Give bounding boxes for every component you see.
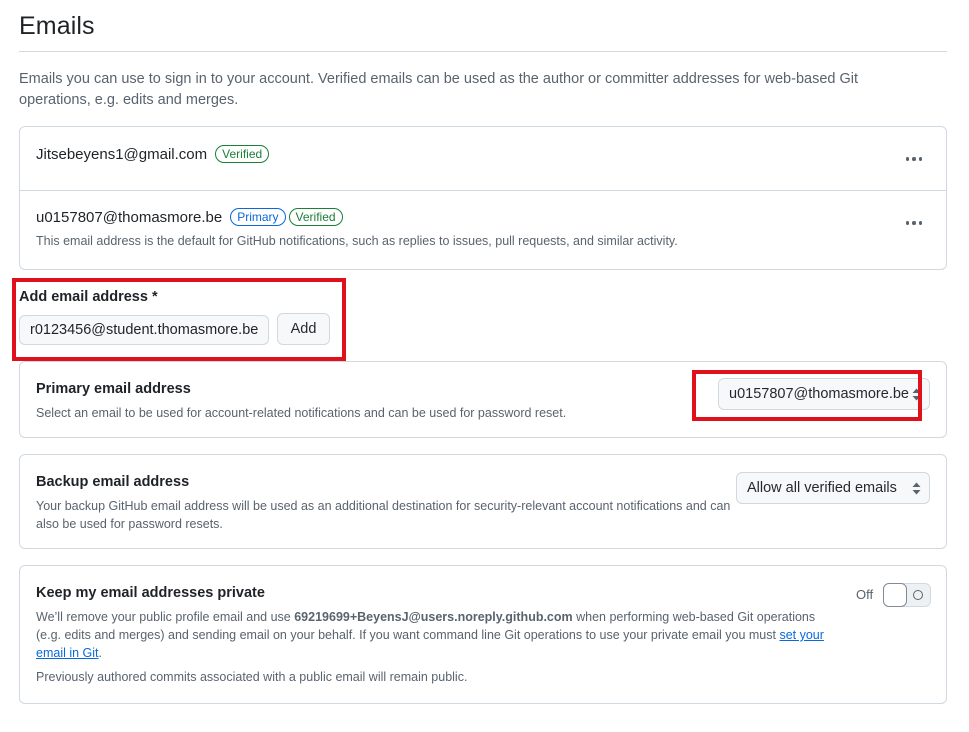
primary-email-title: Primary email address <box>36 381 191 397</box>
email-options-kebab-icon[interactable] <box>904 213 924 233</box>
email-line: Jitsebeyens1@gmail.com Verified <box>36 145 270 163</box>
add-email-button[interactable]: Add <box>277 313 330 345</box>
toggle-knob <box>883 583 907 607</box>
toggle-state-label: Off <box>856 587 874 602</box>
page-intro: Emails you can use to sign in to your ac… <box>19 71 859 108</box>
toggle-off-icon <box>913 590 923 600</box>
primary-select-highlight <box>692 370 922 421</box>
private-email-footer: Previously authored commits associated w… <box>36 670 468 684</box>
page-title: Emails <box>19 12 95 40</box>
backup-email-selected: Allow all verified emails <box>747 480 897 496</box>
email-list: Jitsebeyens1@gmail.com Verified u0157807… <box>19 126 947 270</box>
backup-email-section: Backup email address Your backup GitHub … <box>19 454 947 549</box>
email-row: u0157807@thomasmore.be Primary Verified … <box>20 191 946 269</box>
verified-badge: Verified <box>288 208 343 226</box>
add-email-label: Add email address * <box>19 289 158 305</box>
primary-badge: Primary <box>230 208 286 226</box>
email-line: u0157807@thomasmore.be Primary Verified <box>36 208 343 226</box>
select-caret-icon <box>912 482 921 495</box>
private-desc-part1: We’ll remove your public profile email a… <box>36 610 295 624</box>
backup-email-title: Backup email address <box>36 474 190 490</box>
backup-email-select[interactable]: Allow all verified emails <box>736 472 930 504</box>
email-address: Jitsebeyens1@gmail.com <box>36 145 208 163</box>
email-address: u0157807@thomasmore.be <box>36 208 223 226</box>
private-desc-part3: . <box>98 646 103 660</box>
email-options-kebab-icon[interactable] <box>904 149 924 169</box>
private-email-title: Keep my email addresses private <box>36 585 265 601</box>
email-note: This email address is the default for Gi… <box>36 234 678 248</box>
private-email-description: We’ll remove your public profile email a… <box>36 608 826 662</box>
add-email-input[interactable] <box>19 315 269 345</box>
backup-email-description: Your backup GitHub email address will be… <box>36 499 731 531</box>
private-email-section: Keep my email addresses private We’ll re… <box>19 565 947 704</box>
primary-email-description: Select an email to be used for account-r… <box>36 406 567 420</box>
noreply-address: 69219699+BeyensJ@users.noreply.github.co… <box>294 610 573 624</box>
email-row: Jitsebeyens1@gmail.com Verified <box>20 127 946 191</box>
verified-badge: Verified <box>215 145 270 163</box>
private-email-toggle[interactable] <box>883 583 931 607</box>
title-divider <box>19 51 947 52</box>
